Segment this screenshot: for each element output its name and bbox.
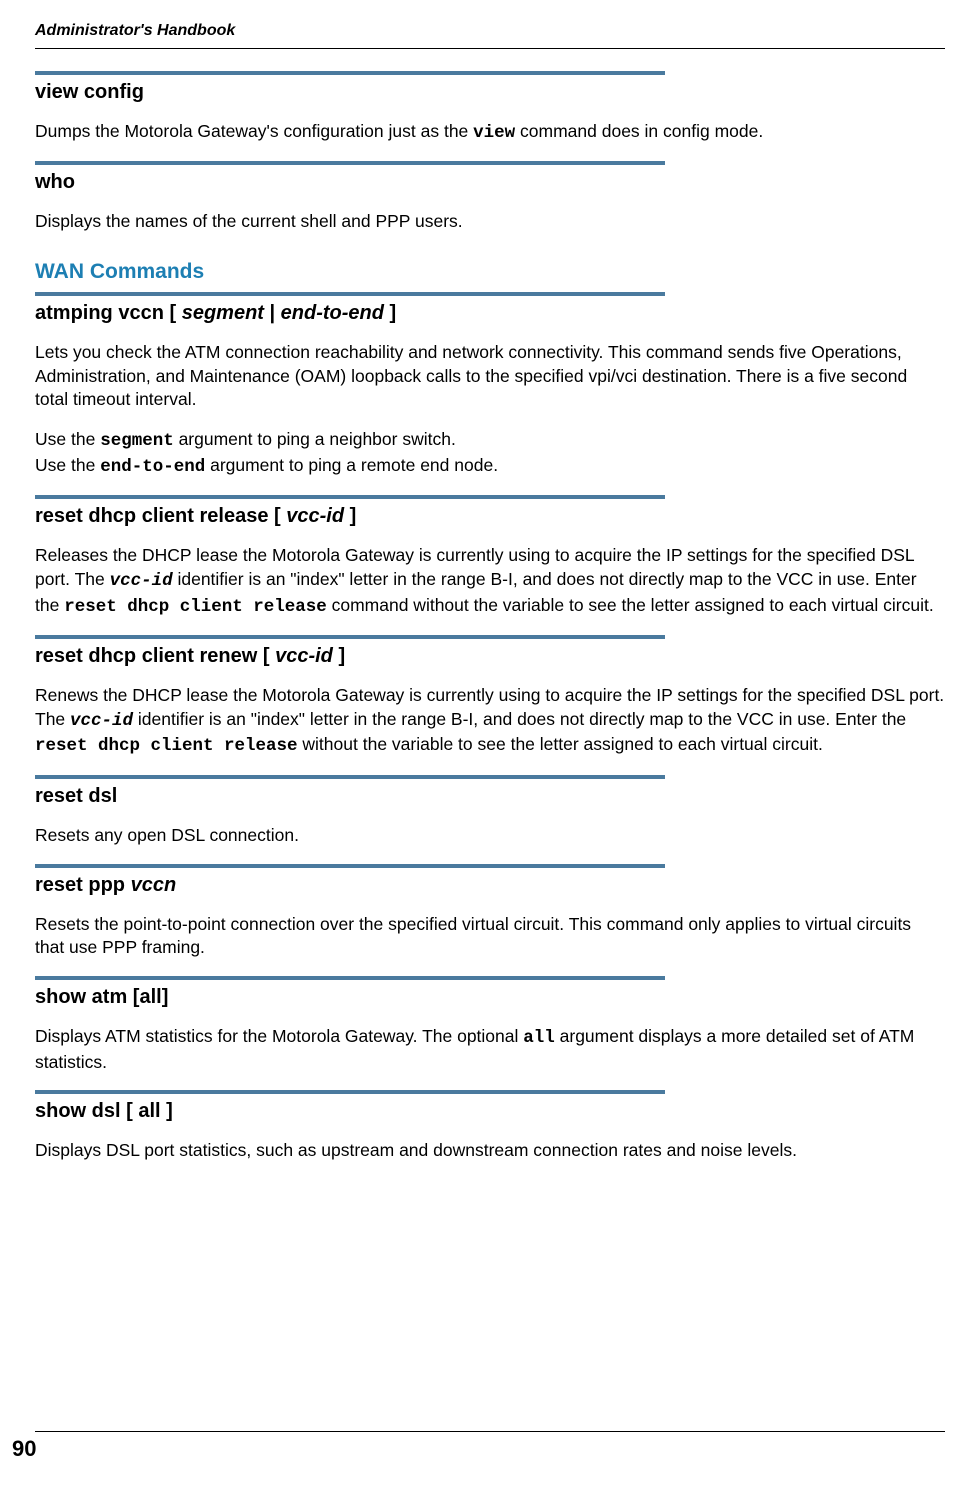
section-rule bbox=[35, 775, 665, 779]
wan-commands-title: WAN Commands bbox=[35, 258, 945, 286]
section-rule bbox=[35, 976, 665, 980]
section-rule bbox=[35, 495, 665, 499]
mono-text: end-to-end bbox=[100, 457, 205, 477]
section-rule bbox=[35, 635, 665, 639]
content: view config Dumps the Motorola Gateway's … bbox=[35, 49, 945, 1163]
command-body-atmping-0: Lets you check the ATM connection reacha… bbox=[35, 341, 945, 412]
command-body-reset-dhcp-release-0: Releases the DHCP lease the Motorola Gat… bbox=[35, 544, 945, 619]
command-body-show-dsl-0: Displays DSL port statistics, such as up… bbox=[35, 1139, 945, 1163]
command-heading-reset-dhcp-release: reset dhcp client release [ vcc-id ] bbox=[35, 503, 945, 530]
command-argument: end-to-end bbox=[281, 302, 384, 324]
command-body-reset-dhcp-renew-0: Renews the DHCP lease the Motorola Gatew… bbox=[35, 684, 945, 759]
section-rule bbox=[35, 1090, 665, 1094]
command-heading-view-config: view config bbox=[35, 79, 945, 106]
command-body-reset-dsl-0: Resets any open DSL connection. bbox=[35, 824, 945, 848]
section-rule bbox=[35, 864, 665, 868]
mono-text: all bbox=[523, 1028, 555, 1048]
command-body-who: Displays the names of the current shell … bbox=[35, 210, 945, 234]
command-body-show-atm-0: Displays ATM statistics for the Motorola… bbox=[35, 1025, 945, 1074]
mono-text: view bbox=[473, 123, 515, 143]
command-heading-reset-dhcp-renew: reset dhcp client renew [ vcc-id ] bbox=[35, 643, 945, 670]
mono-italic-text: vcc-id bbox=[110, 571, 173, 591]
command-body-atmping-1: Use the segment argument to ping a neigh… bbox=[35, 428, 945, 479]
mono-text: segment bbox=[100, 431, 174, 451]
footer-rule bbox=[35, 1431, 945, 1432]
command-heading-reset-ppp: reset ppp vccn bbox=[35, 872, 945, 899]
command-heading-show-atm: show atm [all] bbox=[35, 984, 945, 1011]
command-heading-reset-dsl: reset dsl bbox=[35, 783, 945, 810]
command-body-view-config: Dumps the Motorola Gateway's configurati… bbox=[35, 120, 945, 146]
mono-text: reset dhcp client release bbox=[64, 597, 327, 617]
command-heading-atmping: atmping vccn [ segment | end-to-end ] bbox=[35, 300, 945, 327]
page: Administrator's Handbook view config Dump… bbox=[0, 0, 980, 1163]
page-number: 90 bbox=[12, 1434, 36, 1464]
mono-text: reset dhcp client release bbox=[35, 736, 298, 756]
command-body-reset-ppp-0: Resets the point-to-point connection ove… bbox=[35, 913, 945, 960]
command-heading-show-dsl: show dsl [ all ] bbox=[35, 1098, 945, 1125]
command-argument: vccn bbox=[131, 874, 177, 896]
command-argument: segment bbox=[182, 302, 264, 324]
running-head: Administrator's Handbook bbox=[35, 20, 945, 42]
section-rule bbox=[35, 161, 665, 165]
section-rule bbox=[35, 71, 665, 75]
command-argument: vcc-id bbox=[286, 505, 344, 527]
section-rule bbox=[35, 292, 665, 296]
command-argument: vcc-id bbox=[275, 645, 333, 667]
mono-italic-text: vcc-id bbox=[70, 711, 133, 731]
command-heading-who: who bbox=[35, 169, 945, 196]
